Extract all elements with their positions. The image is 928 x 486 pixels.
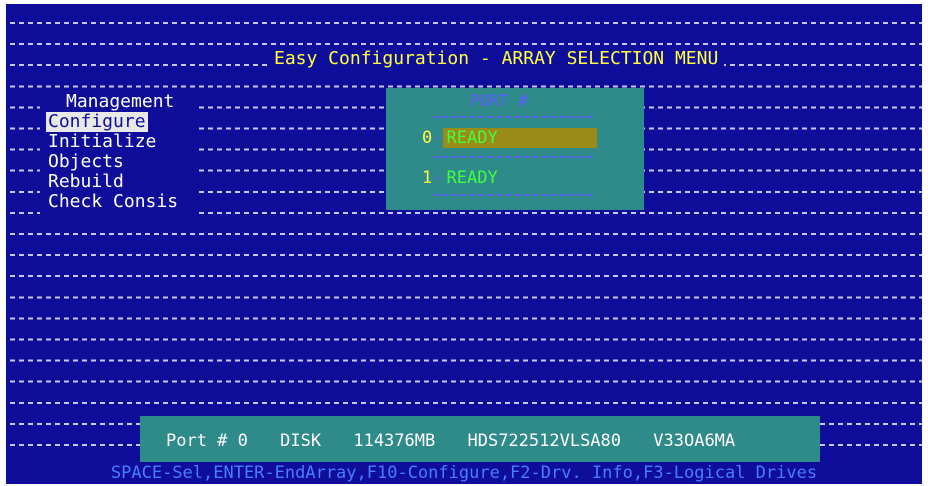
device-port: Port # 0: [166, 431, 248, 451]
device-model: HDS722512VLSA80: [467, 431, 622, 451]
port-selection-panel: PORT # 0- READY 1- READY: [386, 88, 644, 210]
menu-item-initialize[interactable]: Initialize: [46, 132, 158, 152]
megaraid-config-utility: Easy Configuration - ARRAY SELECTION MEN…: [6, 4, 922, 484]
panel-divider: [434, 194, 594, 196]
port-status-ready: READY: [442, 128, 597, 148]
device-size: 114376MB: [353, 431, 436, 451]
port-header: PORT #: [470, 91, 528, 110]
menu-item-configure[interactable]: Configure: [46, 112, 148, 132]
port-index: 0: [422, 128, 433, 148]
menu-title-text: Easy Configuration - ARRAY SELECTION MEN…: [274, 48, 719, 69]
port-row-1[interactable]: 1- READY: [422, 168, 597, 188]
management-menu: Management Configure Initialize Objects …: [40, 90, 198, 228]
bios-screen: Easy Configuration - ARRAY SELECTION MEN…: [0, 0, 928, 486]
port-row-0[interactable]: 0- READY: [422, 128, 597, 148]
menu-title: Easy Configuration - ARRAY SELECTION MEN…: [268, 46, 725, 72]
dotted-background: [6, 4, 922, 484]
device-info-line: Port # 0 DISK 114376MB HDS722512VLSA80 V…: [166, 432, 757, 450]
device-type: DISK: [280, 431, 322, 451]
port-index: 1: [422, 168, 433, 188]
device-firmware: V33OA6MA: [653, 431, 736, 451]
device-info-panel: Port # 0 DISK 114376MB HDS722512VLSA80 V…: [140, 416, 820, 464]
panel-divider: [434, 116, 594, 118]
menu-item-check-consistency[interactable]: Check Consis: [46, 192, 180, 212]
menu-item-objects[interactable]: Objects: [46, 152, 126, 172]
panel-divider: [434, 156, 594, 158]
management-menu-title: Management: [66, 91, 175, 112]
status-bar: SPACE-Sel,ENTER-EndArray,F10-Configure,F…: [6, 462, 922, 484]
port-status-ready: READY: [446, 168, 498, 188]
menu-item-rebuild[interactable]: Rebuild: [46, 172, 126, 192]
